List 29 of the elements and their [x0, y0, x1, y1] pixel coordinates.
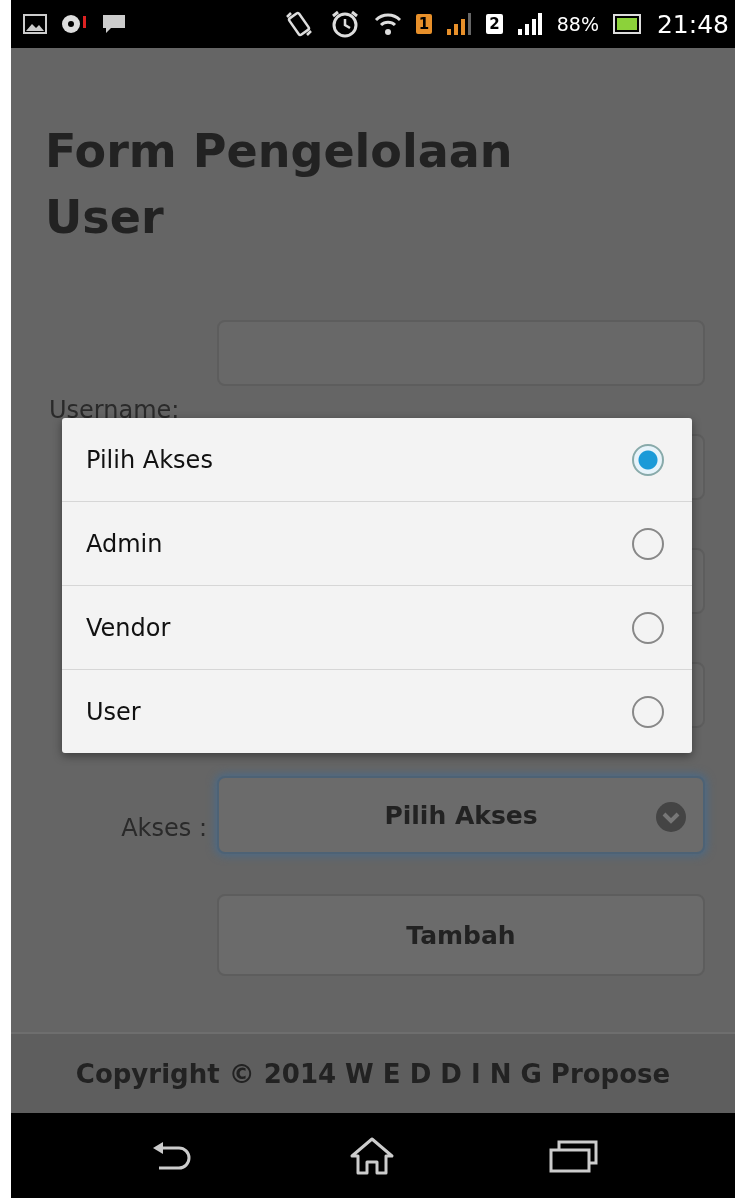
home-icon	[348, 1135, 396, 1176]
option-item[interactable]: Admin	[62, 501, 692, 585]
option-label: User	[86, 697, 141, 726]
chat-icon	[101, 13, 127, 35]
option-item[interactable]: Vendor	[62, 585, 692, 669]
footer-copyright: Copyright © 2014 W E D D I N G Propose	[11, 1032, 735, 1113]
option-item[interactable]: User	[62, 669, 692, 753]
chevron-down-icon	[655, 801, 687, 833]
signal-icon	[516, 12, 543, 36]
page-title: Form Pengelolaan User	[45, 123, 514, 246]
radio-button[interactable]	[632, 695, 664, 728]
alarm-clock-icon	[329, 9, 360, 39]
radio-button[interactable]	[632, 527, 664, 560]
sim-badge: 2	[486, 14, 503, 34]
radio-button[interactable]	[632, 611, 664, 644]
signal-icon	[446, 12, 473, 36]
option-label: Pilih Akses	[86, 445, 213, 474]
gallery-icon	[23, 14, 47, 34]
sim-badge: 1	[415, 14, 433, 34]
battery-icon	[612, 14, 643, 34]
field-label: Akses :	[121, 814, 208, 842]
recent-apps-icon	[548, 1138, 599, 1173]
wifi-icon	[373, 11, 402, 37]
battery-percent: 88%	[556, 13, 599, 35]
option-label: Admin	[86, 529, 163, 558]
option-label: Vendor	[86, 613, 171, 642]
radio-button[interactable]	[632, 443, 664, 476]
clock-time: 21:48	[656, 9, 729, 39]
notification-icon	[61, 13, 87, 35]
